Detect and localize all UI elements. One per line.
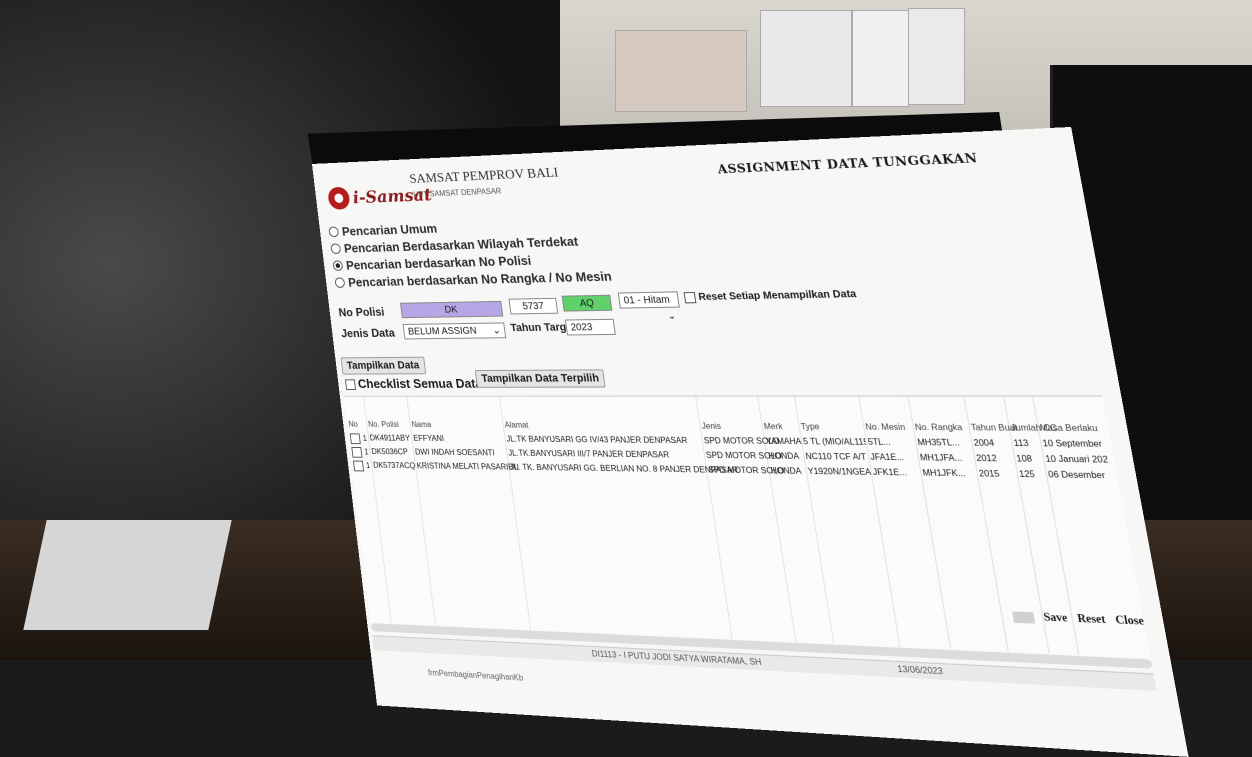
org-title: SAMSAT PEMPROV BALI — [408, 165, 560, 187]
jenis-data-label: Jenis Data — [340, 326, 396, 341]
cell-tahun: 2012 — [975, 453, 998, 464]
show-picked-button[interactable]: Tampilkan Data Terpilih — [474, 369, 607, 388]
col-masa-berlaku: Masa Berlaku — [1039, 423, 1099, 434]
jenis-data-select[interactable]: BELUM ASSIGN ⌄ — [402, 322, 507, 340]
close-button[interactable]: Close — [1114, 614, 1145, 628]
pick-button[interactable] — [1011, 611, 1035, 624]
col-no: No — [348, 419, 359, 429]
cell-merk: HONDA — [770, 465, 803, 476]
cell-no: 1 — [362, 434, 368, 443]
cell-nama: DWI INDAH SOESANTI — [414, 447, 496, 458]
cell-alamat: JL.TK.BANYUSARI III/7 PANJER DENPASAR — [507, 448, 670, 460]
app-window: i-Samsat SAMSAT PEMPROV BALI UPT SAMSAT … — [312, 126, 1189, 757]
row-checkbox[interactable] — [352, 460, 365, 472]
plate-prefix-input[interactable]: DK — [399, 300, 504, 319]
cell-rangka: MH1JFK... — [921, 467, 967, 479]
chevron-down-icon: ⌄ — [666, 310, 677, 323]
cell-tahun: 2015 — [978, 468, 1001, 479]
wall-poster — [852, 10, 909, 107]
cell-mesin: JFA1E... — [869, 452, 905, 463]
samsat-logo-icon — [327, 186, 351, 210]
save-button[interactable]: Save — [1043, 612, 1069, 625]
cell-polisi: DK5737ACQ — [372, 460, 416, 471]
jenis-data-value: BELUM ASSIGN — [407, 325, 478, 338]
cell-cc: 113 — [1012, 438, 1030, 449]
checklist-all[interactable]: Checklist Semua Data — [344, 375, 483, 391]
cell-type: 5 TL (MIO/AL115S) — [802, 436, 867, 447]
col-jenis: Jenis — [701, 421, 722, 431]
cell-masa: 06 Desember — [1047, 469, 1106, 481]
chevron-down-icon: ⌄ — [491, 325, 502, 337]
cell-mesin: 5TL... — [867, 437, 892, 448]
cell-polisi: DK5036CP — [371, 447, 409, 457]
cell-no: 1 — [363, 447, 369, 457]
reset-label: Reset Setiap Menampilkan Data — [697, 288, 858, 304]
row-checkbox[interactable] — [349, 433, 361, 445]
cell-nama: EFFYANI — [412, 433, 445, 443]
status-user: DI1113 - I PUTU JODI SATYA WIRATAMA, SH — [591, 649, 763, 668]
plate-suffix-input[interactable]: AQ — [561, 294, 613, 312]
plate-number-input[interactable]: 5737 — [508, 297, 559, 315]
tahun-target-input[interactable]: 2023 — [564, 318, 616, 336]
cell-cc: 108 — [1015, 453, 1033, 464]
no-polisi-label: No Polisi — [337, 305, 386, 320]
wall-poster — [908, 8, 965, 105]
reset-checkbox[interactable]: Reset Setiap Menampilkan Data — [683, 288, 858, 304]
color-select[interactable]: 01 - Hitam ⌄ — [617, 291, 680, 322]
cell-alamat: JL.TK BANYUSARI GG IV/43 PANJER DENPASAR — [505, 434, 688, 446]
color-select-value: 01 - Hitam — [623, 294, 671, 307]
status-date: 13/06/2023 — [896, 664, 944, 677]
radio-wilayah[interactable] — [330, 242, 342, 254]
wall-poster — [760, 10, 852, 107]
radio-rangka[interactable] — [334, 276, 346, 288]
cell-rangka: MH1JFA... — [919, 452, 963, 464]
col-no-rangka: No. Rangka — [914, 422, 964, 433]
col-alamat: Alamat — [504, 420, 529, 430]
wall-poster — [615, 30, 747, 112]
cell-masa: 10 Januari 202 — [1044, 454, 1109, 465]
radio-no-polisi[interactable] — [332, 259, 344, 271]
app-header: i-Samsat SAMSAT PEMPROV BALI UPT SAMSAT … — [312, 127, 1083, 220]
cell-type: NC110 TCF A/T — [804, 451, 868, 462]
cell-rangka: MH35TL... — [916, 437, 961, 448]
cell-mesin: JFK1E... — [872, 467, 908, 478]
cell-merk: HONDA — [767, 451, 800, 462]
monitor-screen: i-Samsat SAMSAT PEMPROV BALI UPT SAMSAT … — [300, 120, 1189, 757]
cell-cc: 125 — [1018, 469, 1036, 480]
show-data-button[interactable]: Tampilkan Data — [340, 356, 426, 375]
col-nama: Nama — [411, 420, 432, 430]
col-merk: Merk — [763, 421, 784, 432]
search-options: Pencarian Umum Pencarian Berdasarkan Wil… — [328, 213, 613, 291]
cell-tahun: 2004 — [972, 437, 995, 449]
col-type: Type — [800, 421, 821, 432]
checkbox-icon[interactable] — [683, 291, 697, 304]
cell-no: 1 — [365, 461, 371, 471]
col-no-mesin: No. Mesin — [864, 422, 906, 433]
cell-nama: KRISTINA MELATI PASARIBU — [416, 461, 520, 472]
option-label: Pencarian Umum — [341, 220, 438, 239]
cell-polisi: DK4911ABY — [369, 433, 411, 443]
checkbox-icon[interactable] — [344, 379, 357, 391]
col-no-polisi: No. Polisi — [367, 419, 400, 429]
cell-alamat: JL. TK. BANYUSARI GG. BERLIAN NO. 8 PANJ… — [509, 462, 739, 476]
reset-button[interactable]: Reset — [1076, 613, 1106, 627]
cell-merk: YAMAHA — [765, 436, 803, 447]
page-title: ASSIGNMENT DATA TUNGGAKAN — [716, 150, 979, 177]
cell-masa: 10 September — [1041, 438, 1103, 450]
paper-sheet — [23, 520, 232, 630]
row-checkbox[interactable] — [351, 446, 363, 458]
checklist-all-label: Checklist Semua Data — [357, 375, 483, 391]
radio-umum[interactable] — [328, 226, 340, 237]
cell-type: Y1920N/1NGEA/T — [807, 466, 872, 477]
form-name: frmPembagianPenagihanKb — [427, 668, 524, 683]
